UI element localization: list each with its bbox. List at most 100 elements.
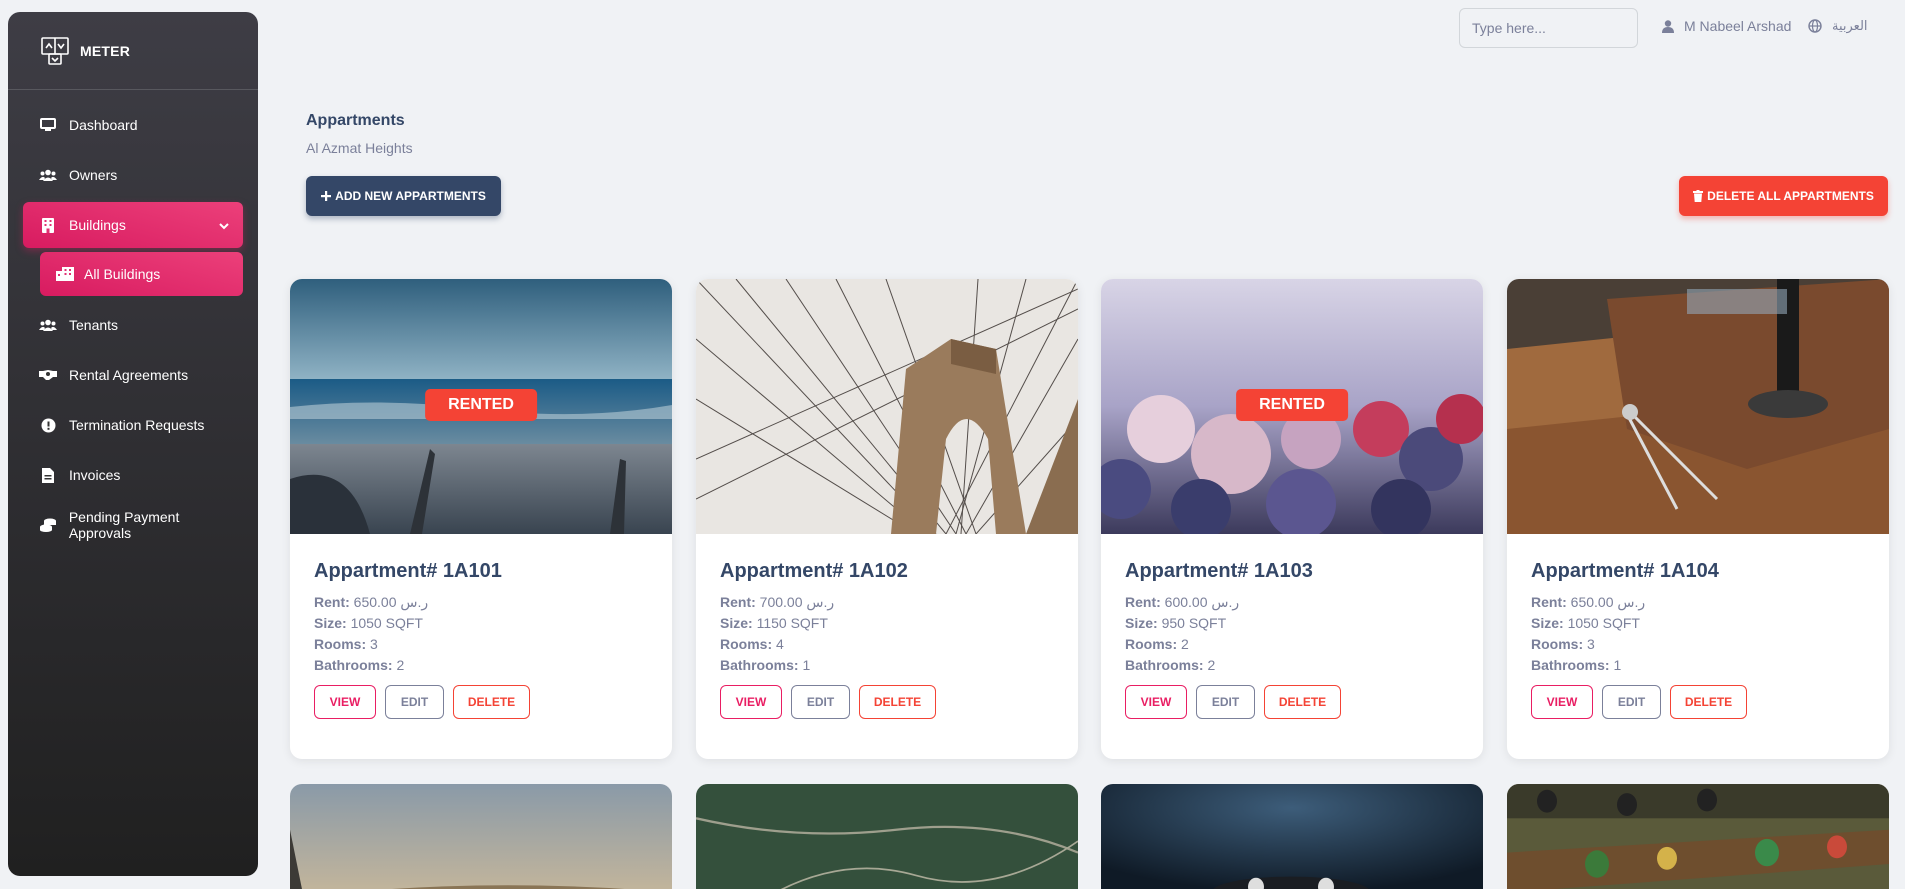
bathrooms-label: Bathrooms: xyxy=(1125,657,1204,673)
bathrooms-value: 1 xyxy=(802,657,811,673)
view-button[interactable]: VIEW xyxy=(1531,685,1593,719)
apartment-rent: Rent: 650.00 ر.س xyxy=(314,594,428,611)
rent-label: Rent: xyxy=(1125,594,1161,610)
apartment-size: Size: 950 SQFT xyxy=(1125,615,1226,631)
apartment-rooms: Rooms: 3 xyxy=(1531,636,1595,652)
handshake-icon xyxy=(39,367,57,383)
apartment-photo[interactable] xyxy=(1507,784,1889,889)
view-button[interactable]: VIEW xyxy=(720,685,782,719)
apartment-card: RENTED Appartment# 1A103 Rent: 600.00 ر.… xyxy=(1101,279,1483,759)
language-label: العربية xyxy=(1832,18,1868,33)
apartment-title: Appartment# 1A101 xyxy=(314,560,502,582)
apartment-bathrooms: Bathrooms: 2 xyxy=(1125,657,1215,673)
delete-button[interactable]: DELETE xyxy=(1264,685,1341,719)
bathrooms-value: 2 xyxy=(396,657,405,673)
sidebar-item-label: Owners xyxy=(69,167,118,183)
sidebar-item-label: Termination Requests xyxy=(69,417,205,433)
rented-badge: RENTED xyxy=(425,389,537,421)
view-button[interactable]: VIEW xyxy=(314,685,376,719)
apartment-size: Size: 1050 SQFT xyxy=(314,615,423,631)
chevron-down-icon[interactable] xyxy=(219,217,229,233)
sidebar-item-label: All Buildings xyxy=(84,266,161,282)
apartment-bathrooms: Bathrooms: 1 xyxy=(720,657,810,673)
sidebar-item-dashboard[interactable]: Dashboard xyxy=(23,102,243,148)
apartment-photo[interactable] xyxy=(696,279,1078,534)
sidebar-item-buildings[interactable]: Buildings xyxy=(23,202,243,248)
apartment-rent: Rent: 600.00 ر.س xyxy=(1125,594,1239,611)
sidebar-item-termination-requests[interactable]: Termination Requests xyxy=(23,402,243,448)
add-apartments-button[interactable]: ADD NEW APPARTMENTS xyxy=(306,176,501,216)
rooms-label: Rooms: xyxy=(1531,636,1584,652)
brand-name: METER xyxy=(80,42,130,59)
apartment-rooms: Rooms: 2 xyxy=(1125,636,1189,652)
apartment-photo[interactable] xyxy=(696,784,1078,889)
apartment-size: Size: 1050 SQFT xyxy=(1531,615,1640,631)
monitor-icon xyxy=(39,117,57,133)
apartment-photo[interactable] xyxy=(1101,784,1483,889)
rooms-value: 3 xyxy=(1587,636,1595,652)
view-button[interactable]: VIEW xyxy=(1125,685,1187,719)
sidebar-item-pending-payment-approvals[interactable]: Pending Payment Approvals xyxy=(23,502,243,548)
plus-icon xyxy=(321,191,332,201)
apartment-title: Appartment# 1A103 xyxy=(1125,560,1313,582)
rooms-value: 2 xyxy=(1181,636,1189,652)
rented-badge: RENTED xyxy=(1236,389,1348,421)
sidebar-nav: Dashboard Owners Buildings All Buildings… xyxy=(8,90,258,548)
edit-button[interactable]: EDIT xyxy=(1196,685,1255,719)
alert-circle-icon xyxy=(39,417,57,433)
sidebar-item-tenants[interactable]: Tenants xyxy=(23,302,243,348)
sidebar-item-owners[interactable]: Owners xyxy=(23,152,243,198)
apartment-card: RENTED Appartment# 1A101 Rent: 650.00 ر.… xyxy=(290,279,672,759)
rent-label: Rent: xyxy=(314,594,350,610)
apartment-card: Appartment# 1A104 Rent: 650.00 ر.س Size:… xyxy=(1507,279,1889,759)
users-icon xyxy=(39,317,57,333)
delete-button[interactable]: DELETE xyxy=(859,685,936,719)
sidebar-item-label: Buildings xyxy=(69,217,126,233)
apartment-photo[interactable] xyxy=(1507,279,1889,534)
delete-button[interactable]: DELETE xyxy=(453,685,530,719)
sidebar: METER Dashboard Owners Buildings All Bui… xyxy=(8,12,258,876)
user-menu[interactable]: M Nabeel Arshad xyxy=(1662,18,1791,34)
delete-button[interactable]: DELETE xyxy=(1670,685,1747,719)
sidebar-item-all-buildings[interactable]: All Buildings xyxy=(40,252,243,296)
edit-button[interactable]: EDIT xyxy=(791,685,850,719)
apartment-title: Appartment# 1A102 xyxy=(720,560,908,582)
size-label: Size: xyxy=(314,615,347,631)
edit-button[interactable]: EDIT xyxy=(1602,685,1661,719)
size-label: Size: xyxy=(1531,615,1564,631)
size-value: 1050 SQFT xyxy=(350,615,423,631)
rent-value: 700.00 ر.س xyxy=(759,594,835,610)
page-subtitle: Al Azmat Heights xyxy=(306,140,413,156)
search-input[interactable] xyxy=(1459,8,1638,48)
sidebar-item-label: Rental Agreements xyxy=(69,367,189,383)
language-switch[interactable]: العربية xyxy=(1808,18,1868,34)
coins-icon xyxy=(39,517,57,533)
rooms-label: Rooms: xyxy=(314,636,367,652)
apartment-rent: Rent: 650.00 ر.س xyxy=(1531,594,1645,611)
trash-icon xyxy=(1693,190,1704,202)
brand[interactable]: METER xyxy=(8,12,258,90)
apartment-photo[interactable] xyxy=(290,784,672,889)
apartment-title: Appartment# 1A104 xyxy=(1531,560,1719,582)
rooms-label: Rooms: xyxy=(1125,636,1178,652)
apartment-bathrooms: Bathrooms: 1 xyxy=(1531,657,1621,673)
delete-all-apartments-button[interactable]: DELETE ALL APPARTMENTS xyxy=(1679,176,1888,216)
size-label: Size: xyxy=(720,615,753,631)
size-value: 1150 SQFT xyxy=(756,615,828,631)
apartment-rooms: Rooms: 3 xyxy=(314,636,378,652)
size-value: 1050 SQFT xyxy=(1567,615,1640,631)
rooms-value: 4 xyxy=(776,636,784,652)
bathrooms-value: 1 xyxy=(1613,657,1622,673)
building-icon xyxy=(39,217,57,233)
apartment-size: Size: 1150 SQFT xyxy=(720,615,828,631)
user-name: M Nabeel Arshad xyxy=(1684,18,1792,34)
page-title: Appartments xyxy=(306,112,405,129)
sidebar-item-rental-agreements[interactable]: Rental Agreements xyxy=(23,352,243,398)
bathrooms-value: 2 xyxy=(1207,657,1216,673)
rent-value: 600.00 ر.س xyxy=(1164,594,1240,610)
sidebar-item-invoices[interactable]: Invoices xyxy=(23,452,243,498)
sidebar-item-label: Tenants xyxy=(69,317,119,333)
sidebar-item-label: Dashboard xyxy=(69,117,138,133)
edit-button[interactable]: EDIT xyxy=(385,685,444,719)
apartment-rooms: Rooms: 4 xyxy=(720,636,784,652)
